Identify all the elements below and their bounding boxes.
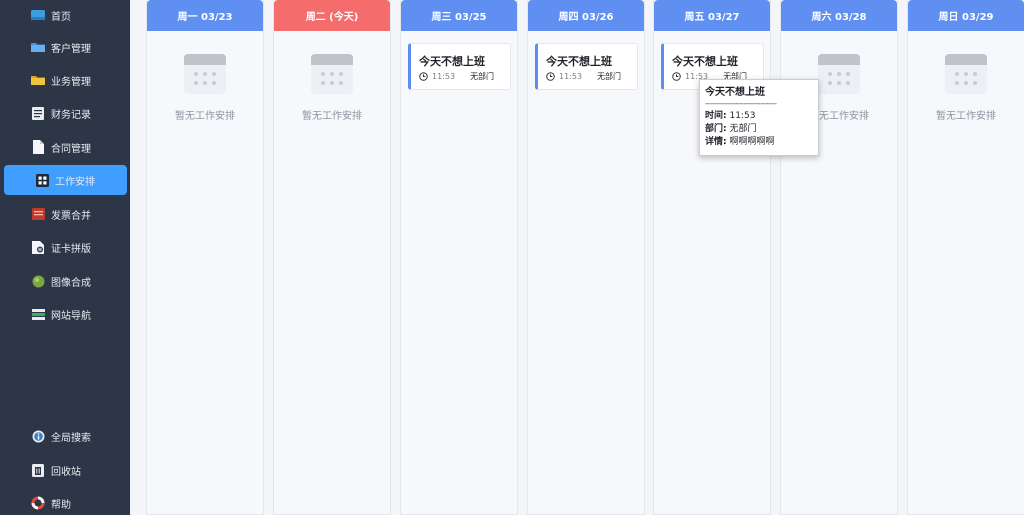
folder-icon <box>31 40 45 54</box>
sidebar-item-label: 业务管理 <box>51 76 91 88</box>
task-card[interactable]: 今天不想上班 11:53 无部门 <box>535 43 638 90</box>
empty-state: 暂无工作安排 <box>147 53 263 122</box>
sidebar-item-schedule[interactable]: 工作安排 <box>4 165 127 195</box>
home-icon <box>31 8 45 22</box>
day-column-fri: 周五 03/27 今天不想上班 11:53 无部门 <box>653 0 771 515</box>
sidebar-item-image-compose[interactable]: 图像合成 <box>0 266 130 296</box>
tooltip-dept-label: 部门: <box>705 124 727 134</box>
grid-icon <box>35 173 49 187</box>
sidebar-item-label: 图像合成 <box>51 277 91 289</box>
sidebar-item-invoice-merge[interactable]: 发票合并 <box>0 199 130 229</box>
tooltip-dept-row: 部门: 无部门 <box>705 123 813 136</box>
sidebar-item-web-nav[interactable]: 网站导航 <box>0 299 130 329</box>
tooltip-title: 今天不想上班 <box>705 87 765 98</box>
tooltip-detail-label: 详情: <box>705 137 727 147</box>
tooltip-time-row: 时间: 11:53 <box>705 110 813 123</box>
sidebar-item-label: 客户管理 <box>51 43 91 55</box>
day-column-sat: 周六 03/28 暂无工作安排 <box>780 0 898 515</box>
tooltip-dept-value: 无部门 <box>729 124 757 134</box>
image-icon <box>31 274 45 288</box>
task-title: 今天不想上班 <box>672 55 738 68</box>
task-dept: 无部门 <box>597 72 622 81</box>
sidebar-item-help[interactable]: 帮助 <box>0 488 130 515</box>
sidebar-item-label: 首页 <box>51 11 71 23</box>
calendar-icon <box>184 54 226 94</box>
day-header-today[interactable]: 周二 (今天) <box>274 0 390 31</box>
empty-state: 暂无工作安排 <box>908 53 1024 122</box>
calendar-icon <box>311 54 353 94</box>
ledger-icon <box>31 106 45 120</box>
empty-text: 暂无工作安排 <box>936 111 996 122</box>
sidebar-item-label: 发票合并 <box>51 210 91 222</box>
day-header[interactable]: 周日 03/29 <box>908 0 1024 31</box>
day-column-mon: 周一 03/23 暂无工作安排 <box>146 0 264 515</box>
id-card-icon <box>31 240 45 254</box>
empty-text: 暂无工作安排 <box>302 111 362 122</box>
tooltip-time-label: 时间: <box>705 111 727 121</box>
tooltip-detail-value: 啊啊啊啊啊 <box>729 137 775 147</box>
recycle-bin-icon <box>31 463 45 477</box>
search-icon <box>31 429 45 443</box>
sidebar-item-id-card-layout[interactable]: 证卡拼版 <box>0 232 130 262</box>
empty-text: 暂无工作安排 <box>175 111 235 122</box>
calendar-icon <box>945 54 987 94</box>
tooltip-detail-row: 详情: 啊啊啊啊啊 <box>705 136 813 149</box>
sidebar-item-contracts[interactable]: 合同管理 <box>0 132 130 162</box>
help-icon <box>31 496 45 510</box>
tooltip-separator: -------------------------- <box>705 99 777 109</box>
sidebar-item-business[interactable]: 业务管理 <box>0 65 130 95</box>
day-column-wed: 周三 03/25 今天不想上班 11:53 无部门 <box>400 0 518 515</box>
sidebar-item-label: 回收站 <box>51 466 81 478</box>
empty-state: 暂无工作安排 <box>274 53 390 122</box>
invoice-icon <box>31 207 45 221</box>
clock-icon <box>672 72 681 81</box>
day-header[interactable]: 周四 03/26 <box>528 0 644 31</box>
sidebar-item-customers[interactable]: 客户管理 <box>0 32 130 62</box>
document-icon <box>31 140 45 154</box>
task-time: 11:53 <box>559 72 583 81</box>
day-column-tue: 周二 (今天) 暂无工作安排 <box>273 0 391 515</box>
calendar-icon <box>818 54 860 94</box>
task-title: 今天不想上班 <box>546 55 612 68</box>
sidebar-item-recycle-bin[interactable]: 回收站 <box>0 455 130 485</box>
task-meta: 11:53 无部门 <box>419 71 494 82</box>
sidebar-item-label: 网站导航 <box>51 310 91 322</box>
task-time: 11:53 <box>432 72 456 81</box>
sidebar: 首页 客户管理 业务管理 财务记录 合同管理 工作安排 发票合并 证卡拼版 图像… <box>0 0 130 515</box>
sidebar-item-label: 全局搜索 <box>51 432 91 444</box>
sidebar-item-label: 财务记录 <box>51 109 91 121</box>
sidebar-item-label: 合同管理 <box>51 143 91 155</box>
day-header[interactable]: 周三 03/25 <box>401 0 517 31</box>
day-column-sun: 周日 03/29 暂无工作安排 <box>907 0 1024 515</box>
task-tooltip: 今天不想上班 -------------------------- 时间: 11… <box>699 79 819 156</box>
navigation-icon <box>31 307 45 321</box>
day-header[interactable]: 周五 03/27 <box>654 0 770 31</box>
sidebar-item-label: 工作安排 <box>55 176 95 188</box>
clock-icon <box>546 72 555 81</box>
sidebar-item-home[interactable]: 首页 <box>0 0 130 30</box>
day-header[interactable]: 周一 03/23 <box>147 0 263 31</box>
task-dept: 无部门 <box>470 72 495 81</box>
task-meta: 11:53 无部门 <box>546 71 621 82</box>
sidebar-item-label: 证卡拼版 <box>51 243 91 255</box>
folder-icon <box>31 73 45 87</box>
day-header[interactable]: 周六 03/28 <box>781 0 897 31</box>
clock-icon <box>419 72 428 81</box>
sidebar-item-label: 帮助 <box>51 499 71 511</box>
day-column-thu: 周四 03/26 今天不想上班 11:53 无部门 <box>527 0 645 515</box>
task-title: 今天不想上班 <box>419 55 485 68</box>
tooltip-time-value: 11:53 <box>729 111 756 121</box>
sidebar-item-finance[interactable]: 财务记录 <box>0 98 130 128</box>
task-card[interactable]: 今天不想上班 11:53 无部门 <box>408 43 511 90</box>
sidebar-item-global-search[interactable]: 全局搜索 <box>0 421 130 451</box>
